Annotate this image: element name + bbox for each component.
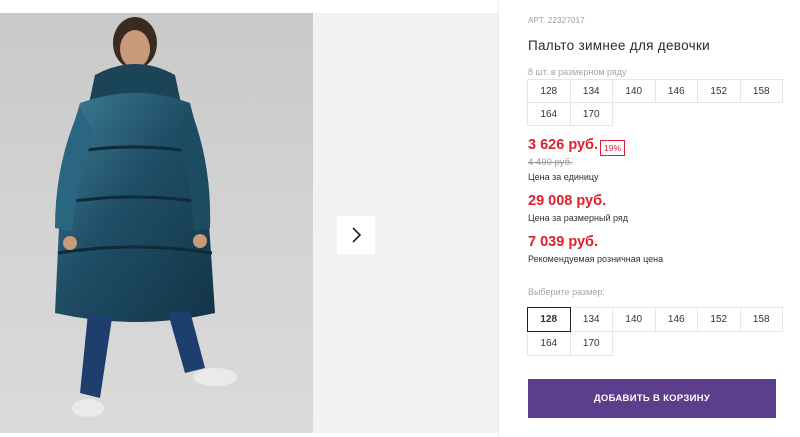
pack-size-cell: 158	[739, 79, 783, 103]
size-option[interactable]: 146	[654, 307, 698, 332]
retail-price-caption: Рекомендуемая розничная цена	[528, 254, 664, 264]
pack-size-cell: 146	[654, 79, 698, 103]
pack-price-caption: Цена за размерный ряд	[528, 213, 629, 223]
unit-price-caption: Цена за единицу	[528, 172, 599, 182]
add-to-cart-button[interactable]: ДОБАВИТЬ В КОРЗИНУ	[528, 379, 776, 418]
pack-size-cell: 128	[527, 79, 571, 103]
retail-price: 7 039 руб.	[528, 234, 599, 250]
size-option-selected[interactable]: 128	[527, 307, 571, 332]
product-info-panel: АРТ. 22327017 Пальто зимнее для девочки …	[498, 0, 800, 437]
size-option[interactable]: 134	[569, 307, 613, 332]
size-option[interactable]: 140	[612, 307, 656, 332]
size-option[interactable]: 152	[697, 307, 741, 332]
pack-size-cell: 140	[612, 79, 656, 103]
unit-price: 3 626 руб.	[528, 137, 599, 153]
pack-sizes-label: 8 шт. в размерном ряду	[528, 67, 627, 77]
size-option[interactable]: 164	[527, 331, 571, 356]
pack-size-cell: 164	[527, 102, 571, 126]
pack-size-cell: 152	[697, 79, 741, 103]
product-article: АРТ. 22327017	[528, 16, 585, 25]
product-photo[interactable]	[0, 13, 313, 433]
discount-badge: 19%	[600, 140, 626, 156]
product-gallery	[0, 13, 498, 433]
product-photo-illustration	[55, 17, 237, 417]
size-select-label: Выберите размер:	[528, 287, 605, 297]
size-option[interactable]: 158	[739, 307, 783, 332]
pack-size-cell: 170	[569, 102, 613, 126]
size-select-grid: 128 134 140 146 152 158 164 170	[527, 307, 783, 356]
pack-price: 29 008 руб.	[528, 193, 607, 209]
size-option[interactable]: 170	[569, 331, 613, 356]
old-price: 4 490 руб.	[528, 157, 573, 168]
pack-size-grid: 128 134 140 146 152 158 164 170	[527, 79, 783, 126]
pack-size-cell: 134	[569, 79, 613, 103]
next-image-button[interactable]	[337, 216, 375, 254]
chevron-right-icon	[352, 227, 362, 243]
product-title: Пальто зимнее для девочки	[528, 38, 711, 53]
